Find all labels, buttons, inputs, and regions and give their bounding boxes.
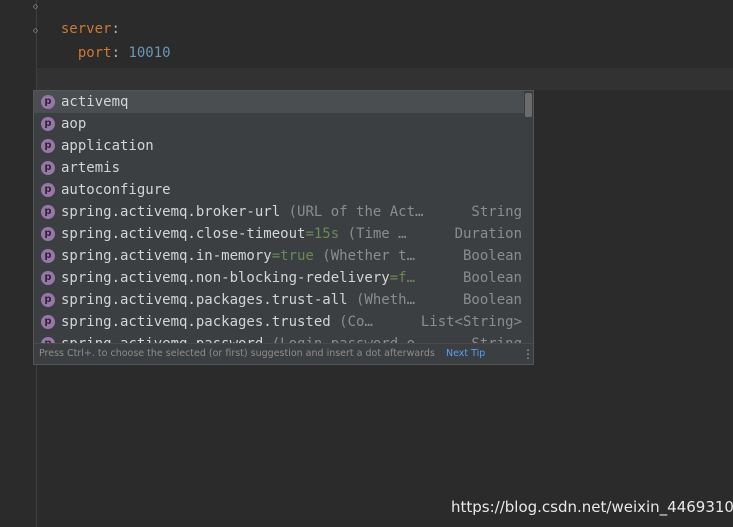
- property-icon: p: [41, 271, 55, 285]
- completion-item-text: spring.activemq.packages.trusted (Co…: [61, 311, 373, 333]
- completion-footer: Press Ctrl+. to choose the selected (or …: [34, 343, 533, 364]
- completion-item-name: spring.activemq.in-memory: [61, 248, 272, 264]
- completion-item[interactable]: p activemq: [34, 91, 524, 113]
- completion-popup: p activemq p aop p application p artemis p autoco…: [33, 90, 534, 365]
- completion-item[interactable]: p spring.activemq.non-blocking-redelivery…: [34, 267, 524, 289]
- yaml-value: 10010: [128, 45, 171, 61]
- completion-item-text: aop: [61, 113, 86, 135]
- completion-item[interactable]: p autoconfigure: [34, 179, 524, 201]
- completion-item-type: Boolean: [462, 270, 522, 286]
- current-line-highlight[interactable]: [37, 68, 733, 90]
- completion-item-type: Boolean: [462, 292, 522, 308]
- completion-item-name: application: [61, 138, 154, 154]
- completion-item-text: autoconfigure: [61, 179, 171, 201]
- completion-item-name: artemis: [61, 160, 121, 176]
- fold-open-icon[interactable]: ◇: [31, 2, 40, 12]
- completion-item-text: spring.activemq.non-blocking-redelivery=…: [61, 267, 415, 289]
- completion-scrollbar[interactable]: [525, 93, 532, 117]
- completion-item[interactable]: pspring.activemq.password (Login passwor…: [34, 333, 524, 343]
- completion-item[interactable]: p spring.activemq.in-memory=true (Whether…: [34, 245, 524, 267]
- completion-item-type: Boolean: [462, 248, 522, 264]
- property-icon: p: [41, 249, 55, 263]
- completion-item[interactable]: p spring.activemq.close-timeout=15s (Time…: [34, 223, 524, 245]
- completion-item-type: String: [471, 333, 522, 343]
- fold-close-icon[interactable]: ◇: [31, 26, 40, 36]
- completion-item-name: aop: [61, 116, 87, 132]
- property-icon: p: [41, 315, 55, 329]
- completion-item-name: activemq: [61, 94, 129, 110]
- property-icon: p: [41, 161, 55, 175]
- completion-item[interactable]: p spring.activemq.packages.trusted (Co… Li…: [34, 311, 524, 333]
- completion-item[interactable]: p spring.activemq.packages.trust-all (Whe…: [34, 289, 524, 311]
- completion-item-text: spring.activemq.password (Login password…: [61, 333, 423, 343]
- completion-item-name: spring.activemq.broker-url: [61, 204, 281, 220]
- completion-item-type: Duration: [454, 226, 522, 242]
- completion-item-default: =true: [271, 248, 314, 264]
- completion-item-text: application: [61, 135, 154, 157]
- completion-item-default: =f…: [389, 270, 416, 286]
- completion-item-desc: (URL of the Act…: [280, 204, 424, 220]
- property-icon: p: [41, 139, 55, 153]
- completion-item-name: autoconfigure: [61, 182, 171, 198]
- completion-item-text: activemq: [61, 91, 128, 113]
- completion-item-name: spring.activemq.packages.trust-all: [61, 292, 348, 308]
- completion-item-text: spring.activemq.close-timeout=15s (Time …: [61, 223, 407, 245]
- completion-item[interactable]: p spring.activemq.broker-url (URL of the …: [34, 201, 524, 223]
- property-icon: p: [41, 227, 55, 241]
- next-tip-link[interactable]: Next Tip: [446, 344, 485, 364]
- completion-item-name: spring.activemq.password: [61, 336, 263, 343]
- completion-item-desc: (Whether t…: [313, 248, 416, 264]
- completion-item-name: spring.activemq.close-timeout: [61, 226, 306, 242]
- completion-item-name: spring.activemq.packages.trusted: [61, 314, 331, 330]
- completion-item-text: spring.activemq.broker-url (URL of the A…: [61, 201, 423, 223]
- property-icon: p: [41, 95, 55, 109]
- property-icon: p: [41, 117, 55, 131]
- property-icon: p: [41, 183, 55, 197]
- completion-item-type: List<String>: [420, 314, 522, 330]
- completion-item-text: spring.activemq.packages.trust-all (Whet…: [61, 289, 415, 311]
- completion-item-desc: (Time …: [339, 226, 407, 242]
- completion-item-desc: (Login password o…: [263, 336, 424, 343]
- completion-item[interactable]: p artemis: [34, 157, 524, 179]
- completion-item-desc: (Co…: [330, 314, 373, 330]
- more-options-icon[interactable]: ⋮: [522, 344, 533, 364]
- completion-item-desc: (Wheth…: [347, 292, 416, 308]
- property-icon: p: [41, 205, 55, 219]
- completion-list[interactable]: p activemq p aop p application p artemis p autoco…: [34, 91, 524, 343]
- completion-item[interactable]: p application: [34, 135, 524, 157]
- completion-item-default: =15s: [305, 226, 340, 242]
- footer-hint: Press Ctrl+. to choose the selected (or …: [39, 348, 435, 359]
- completion-item[interactable]: p aop: [34, 113, 524, 135]
- completion-item-type: String: [471, 204, 522, 220]
- completion-item-text: spring.activemq.in-memory=true (Whether …: [61, 245, 415, 267]
- watermark: https://blog.csdn.net/weixin_44693109: [451, 498, 733, 516]
- completion-item-text: artemis: [61, 157, 120, 179]
- completion-item-name: spring.activemq.non-blocking-redelivery: [61, 270, 390, 286]
- property-icon: p: [41, 293, 55, 307]
